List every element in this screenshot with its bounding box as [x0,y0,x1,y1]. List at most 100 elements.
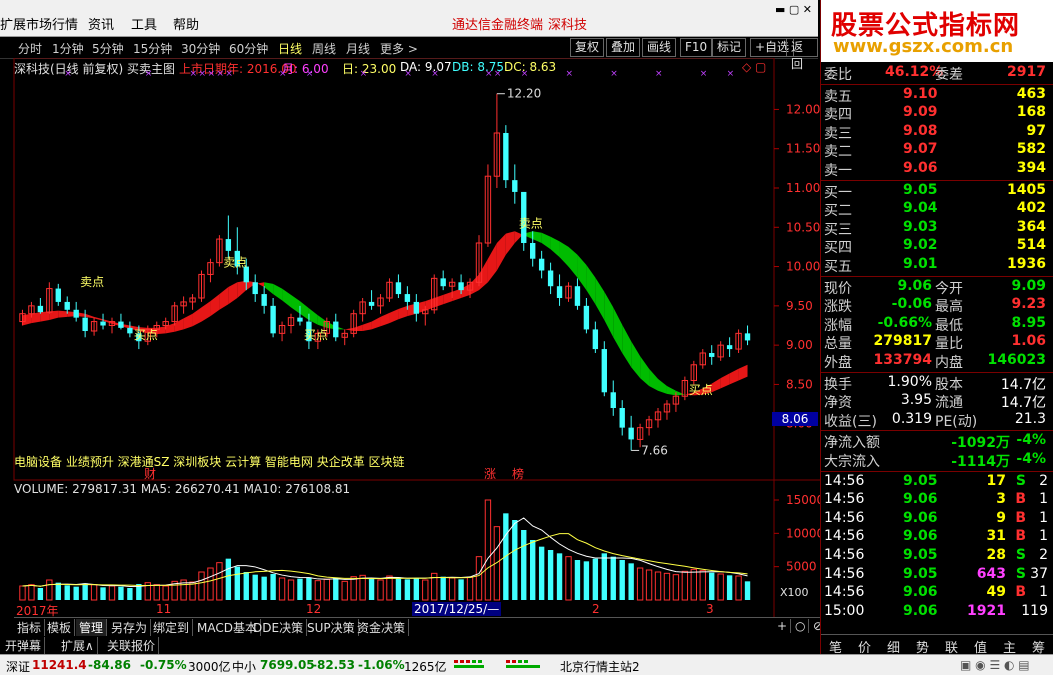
stat-row-1[interactable]: 涨跌 -0.06 最高 9.23 [821,296,1053,315]
event-x-mark[interactable]: × [306,69,314,79]
period-tab-1[interactable]: 1分钟 [52,40,84,57]
event-x-mark[interactable]: × [610,69,618,79]
tick-row-0[interactable]: 14:56 9.05 17 S 2 [821,473,1053,491]
stat-row-2[interactable]: 涨幅 -0.66% 最低 8.95 [821,315,1053,334]
event-x-mark[interactable]: × [431,69,439,79]
menu-news[interactable]: 资讯 [88,14,114,33]
tick-row-2[interactable]: 14:56 9.06 9 B 1 [821,510,1053,528]
toolbar-button-4[interactable]: 标记 [712,38,747,57]
period-tab-2[interactable]: 5分钟 [92,40,124,57]
flow-row-0[interactable]: 净流入额 -1092万 -4% [821,432,1053,451]
list-marker[interactable]: 榜 [512,465,524,482]
tab-control-icon-0[interactable]: + [774,619,792,633]
indicator-tab-0[interactable]: 指标 [14,619,46,636]
kline-chart[interactable]: 12.00 11.50 11.00 10.50 10.00 9.50 9.00 8.50 8.0… [0,58,820,618]
period-tab-0[interactable]: 分时 [18,40,42,57]
event-x-mark[interactable]: × [566,69,574,79]
ask-row-2[interactable]: 卖三 9.08 97 [821,123,1053,142]
period-tab-5[interactable]: 60分钟 [229,40,268,57]
status-icons[interactable]: ▣ ◉ ☰ ◐ ▤ [960,658,1030,672]
period-tab-8[interactable]: 月线 [346,40,370,57]
event-x-mark[interactable]: × [360,69,368,79]
bid-row-3[interactable]: 买四 9.02 514 [821,237,1053,256]
flow-row-1[interactable]: 大宗流入 -1114万 -4% [821,451,1053,470]
event-x-mark[interactable]: × [727,69,735,79]
indicator-tab-8[interactable]: 资金决策 [354,619,410,636]
info-row-2[interactable]: 收益(三) 0.319 PE(动) 21.3 [821,410,1053,430]
bid-row-2[interactable]: 买三 9.03 364 [821,219,1053,238]
sub-tabs: 开弹幕 扩展∧ 关联报价 [0,636,820,654]
event-x-mark[interactable]: × [494,69,502,79]
event-x-mark[interactable]: × [279,69,287,79]
window-controls[interactable]: ▬ ▢ ✕ [775,3,812,16]
ask-row-4[interactable]: 卖一 9.06 394 [821,160,1053,179]
event-x-mark[interactable]: × [199,69,207,79]
toolbar-button-0[interactable]: 复权 [570,38,605,57]
info-row-1[interactable]: 净资 3.95 流通 14.7亿 [821,392,1053,411]
bid-row-1[interactable]: 买二 9.04 402 [821,200,1053,219]
ribbon-segment [711,378,721,393]
event-x-mark[interactable]: × [404,69,412,79]
sub-tab-1[interactable]: 扩展∧ [58,637,98,654]
tick-row-3[interactable]: 14:56 9.06 31 B 1 [821,528,1053,546]
indicator-tab-1[interactable]: 模板 [44,619,76,636]
toolbar-button-6[interactable]: 返回 [786,38,818,71]
concept-tags[interactable]: 电脑设备 业绩预升 深港通SZ 深圳板块 云计算 智能电网 央企改革 区块链 [14,453,405,470]
period-tab-6[interactable]: 日线 [278,40,302,57]
indicator-tab-4[interactable]: 绑定到 [150,619,194,636]
period-tab-3[interactable]: 15分钟 [133,40,172,57]
tick-row-4[interactable]: 14:56 9.05 28 S 2 [821,547,1053,565]
zx-pct: -1.06% [358,658,405,672]
event-x-mark[interactable]: × [225,69,233,79]
server-name[interactable]: 北京行情主站2 [560,658,640,675]
toolbar-button-1[interactable]: 叠加 [606,38,641,57]
stock-link[interactable]: 深科技 [548,14,587,33]
stat-row-3[interactable]: 总量 279817 量比 1.06 [821,333,1053,352]
toolbar-button-2[interactable]: 画线 [642,38,677,57]
ad-banner[interactable]: 股票公式指标网 www.gszx.com.cn [821,0,1053,62]
stat-row-0[interactable]: 现价 9.06 今开 9.09 [821,278,1053,297]
event-x-mark[interactable]: × [145,69,153,79]
finance-marker[interactable]: 财 [144,465,156,482]
event-x-mark[interactable]: × [485,69,493,79]
brand-link[interactable]: 通达信金融终端 [452,14,543,33]
indicator-tab-2[interactable]: 管理 [76,619,108,636]
tick-row-7[interactable]: 15:00 9.06 1921 119 [821,603,1053,621]
event-x-mark[interactable]: × [216,69,224,79]
event-x-mark[interactable]: × [655,69,663,79]
menu-help[interactable]: 帮助 [173,14,199,33]
event-x-mark[interactable]: × [190,69,198,79]
ask-row-3[interactable]: 卖二 9.07 582 [821,141,1053,160]
sub-tab-0[interactable]: 开弹幕 [2,637,46,654]
tick-row-1[interactable]: 14:56 9.06 3 B 1 [821,491,1053,509]
menu-tools[interactable]: 工具 [131,14,157,33]
info-value: 21.3 [1014,410,1046,427]
rise-marker[interactable]: 涨 [484,465,496,482]
sz-index[interactable]: 11241.4 [32,658,87,672]
event-x-mark[interactable]: × [207,69,215,79]
weibi-row[interactable]: 委比 46.12% 委差 2917 [821,64,1053,83]
toolbar-button-3[interactable]: F10 [680,38,713,57]
ask-row-0[interactable]: 卖五 9.10 463 [821,86,1053,105]
tick-row-5[interactable]: 14:56 9.05 643 S 37 [821,566,1053,584]
tab-control-icon-1[interactable]: ○ [792,619,810,633]
indicator-tab-3[interactable]: 另存为 [108,619,152,636]
bid-row-0[interactable]: 买一 9.05 1405 [821,182,1053,201]
event-x-mark[interactable]: × [700,69,708,79]
zx-label: 中小 [232,660,257,674]
period-tab-7[interactable]: 周线 [312,40,336,57]
period-tab-9[interactable]: 更多 > [380,40,418,57]
indicator-tab-6[interactable]: DDE决策 [250,619,308,636]
stat-row-4[interactable]: 外盘 133794 内盘 146023 [821,352,1053,371]
zx-index[interactable]: 7699.05 [260,658,315,672]
indicator-tab-7[interactable]: SUP决策 [304,619,359,636]
info-row-0[interactable]: 换手 1.90% 股本 14.7亿 [821,374,1053,393]
period-tab-4[interactable]: 30分钟 [181,40,220,57]
sub-tab-2[interactable]: 关联报价 [104,637,160,654]
event-x-mark[interactable]: × [521,69,529,79]
tick-row-6[interactable]: 14:56 9.06 49 B 1 [821,584,1053,602]
bid-row-4[interactable]: 买五 9.01 1936 [821,256,1053,275]
ask-row-1[interactable]: 卖四 9.09 168 [821,104,1053,123]
menu-ext-market[interactable]: 扩展市场行情 [0,14,78,33]
event-x-mark[interactable]: × [64,69,72,79]
